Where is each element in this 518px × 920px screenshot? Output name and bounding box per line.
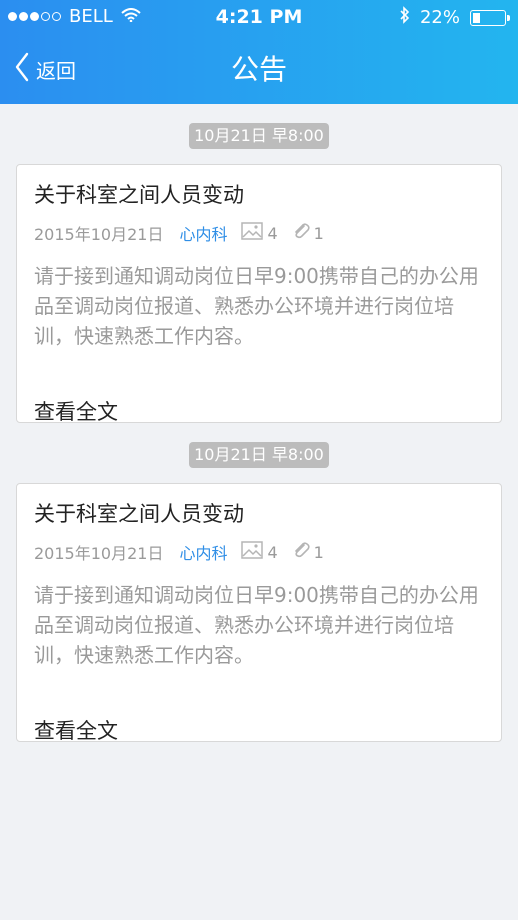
date-pill: 10月21日 早8:00 <box>189 123 329 149</box>
notice-dept: 心内科 <box>179 225 228 244</box>
nav-bar: 返回 公告 <box>0 34 518 104</box>
image-count: 4 <box>267 542 278 562</box>
battery-icon <box>470 9 510 26</box>
notice-meta: 2015年10月21日 心内科 4 1 <box>34 540 484 564</box>
notice-card[interactable]: 关于科室之间人员变动 2015年10月21日 心内科 4 1 请于接到通知调动岗… <box>16 483 502 745</box>
header: BELL 4:21 PM 22% 返回 公告 <box>0 0 518 104</box>
right-status: 22% <box>400 6 510 29</box>
image-count-group: 4 <box>241 222 278 244</box>
notice-card[interactable]: 关于科室之间人员变动 2015年10月21日 心内科 4 1 请于接到通知调动岗… <box>16 164 502 426</box>
notice-meta: 2015年10月21日 心内科 4 1 <box>34 221 484 245</box>
notice-date: 2015年10月21日 <box>34 225 164 244</box>
bluetooth-icon <box>400 6 410 29</box>
status-bar: BELL 4:21 PM 22% <box>0 0 518 34</box>
notice-dept: 心内科 <box>179 544 228 563</box>
notice-section: 10月21日 早8:00 关于科室之间人员变动 2015年10月21日 心内科 … <box>0 442 518 745</box>
attachment-count-group: 1 <box>292 540 324 564</box>
notice-section: 10月21日 早8:00 关于科室之间人员变动 2015年10月21日 心内科 … <box>0 123 518 426</box>
attachment-count: 1 <box>313 223 324 243</box>
notice-body: 请于接到通知调动岗位日早9:00携带自己的办公用品至调动岗位报道、熟悉办公环境并… <box>34 583 479 667</box>
notice-body: 请于接到通知调动岗位日早9:00携带自己的办公用品至调动岗位报道、熟悉办公环境并… <box>34 264 479 348</box>
attachment-count-group: 1 <box>292 221 324 245</box>
battery-fill <box>473 12 481 23</box>
notice-title: 关于科室之间人员变动 <box>34 502 244 526</box>
battery-percent: 22% <box>419 7 460 28</box>
paperclip-icon <box>292 221 310 245</box>
notice-title: 关于科室之间人员变动 <box>34 183 244 207</box>
paperclip-icon <box>292 540 310 564</box>
image-icon <box>241 222 264 244</box>
image-count: 4 <box>267 223 278 243</box>
attachment-count: 1 <box>313 542 324 562</box>
battery-nub <box>507 14 510 21</box>
notice-list: 10月21日 早8:00 关于科室之间人员变动 2015年10月21日 心内科 … <box>0 123 518 745</box>
image-icon <box>241 541 264 563</box>
page-title: 公告 <box>230 53 287 86</box>
read-more-link[interactable]: 查看全文 <box>34 396 484 426</box>
notice-date: 2015年10月21日 <box>34 544 164 563</box>
date-pill: 10月21日 早8:00 <box>189 442 329 468</box>
read-more-link[interactable]: 查看全文 <box>34 715 484 745</box>
image-count-group: 4 <box>241 541 278 563</box>
